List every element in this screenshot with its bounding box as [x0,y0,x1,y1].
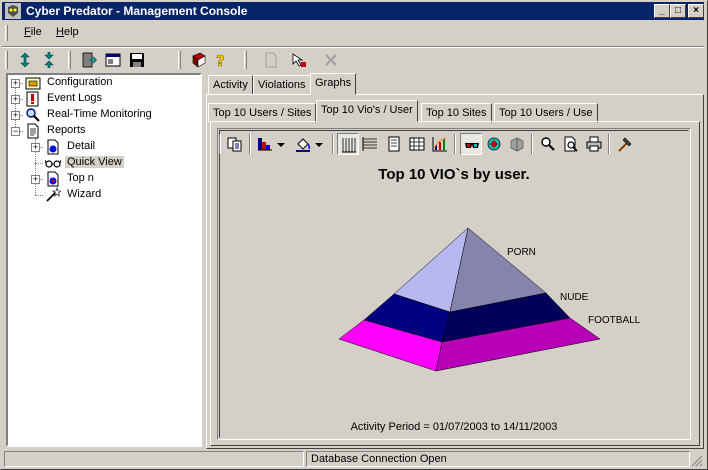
close-button[interactable]: × [688,4,704,18]
menu-file[interactable]: File [24,26,42,38]
event-log-icon [26,91,39,107]
tree-item-event-logs[interactable]: + Event Logs [8,91,198,107]
navigation-tree: + Configuration + Event Logs + Real-Time… [6,73,202,447]
window-title: Cyber Predator - Management Console [26,4,248,18]
configuration-icon [25,77,41,90]
collapse-all-button[interactable] [38,50,60,70]
connect-button[interactable] [288,50,310,70]
detail-report-icon [47,139,59,155]
exit-door-icon [82,52,97,68]
magnifier-icon [26,108,40,122]
book-icon [192,52,206,68]
question-mark-icon: ? [216,52,225,68]
delete-button[interactable] [320,50,342,70]
menu-help[interactable]: Help [56,26,79,38]
tree-item-top-n[interactable]: + Top n [8,171,198,187]
delete-x-icon [325,54,337,66]
status-text: Database Connection Open [306,451,690,467]
expand-toggle[interactable]: + [11,79,20,88]
tab-top10-users-sites[interactable]: Top 10 Users / Sites [208,103,317,123]
new-document-button[interactable] [260,50,282,70]
tab-activity[interactable]: Activity [208,75,253,95]
menu-bar: File Help [2,22,704,44]
segment-label-porn: PORN [507,247,536,258]
minimize-button[interactable]: _ [654,4,670,18]
activity-period-text: Activity Period = 01/07/2003 to 14/11/20… [350,421,558,433]
floppy-disk-icon [130,53,144,67]
resize-grip-icon[interactable] [691,455,703,467]
tree-item-quick-view[interactable]: Quick View [8,155,198,171]
view-panel-button[interactable] [102,50,124,70]
tree-item-configuration[interactable]: + Configuration [8,75,198,91]
expand-toggle[interactable]: + [11,95,20,104]
pyramid-chart [338,227,601,372]
tree-item-detail[interactable]: + Detail [8,139,198,155]
exit-button[interactable] [78,50,100,70]
maximize-button[interactable]: □ [670,4,686,18]
tab-top10-sites[interactable]: Top 10 Sites [421,103,492,123]
help-book-button[interactable] [188,50,210,70]
svg-text:?: ? [216,52,225,68]
cursor-connect-icon [292,53,306,67]
menu-grip [5,25,8,41]
expand-toggle[interactable]: + [11,111,20,120]
title-bar: Cyber Predator - Management Console _ □ … [2,2,704,20]
expand-arrows-icon [20,52,30,68]
tree-item-wizard[interactable]: Wizard [8,187,198,203]
collapse-arrows-icon [44,52,54,68]
expand-all-button[interactable] [14,50,36,70]
collapse-toggle[interactable]: − [11,127,20,136]
wizard-wand-icon [46,187,61,202]
main-toolbar: ? [2,46,704,72]
tab-top10-vios-user[interactable]: Top 10 Vio's / User [316,100,418,122]
glasses-icon [45,159,61,168]
tree-item-reports[interactable]: − Reports [8,123,198,139]
status-bar: Database Connection Open [2,450,704,468]
panel-icon [105,53,121,67]
tab-violations[interactable]: Violations [253,75,311,95]
tree-item-real-time-monitoring[interactable]: + Real-Time Monitoring [8,107,198,123]
save-button[interactable] [126,50,148,70]
segment-label-nude: NUDE [560,292,589,303]
app-icon [5,3,21,19]
expand-toggle[interactable]: + [31,143,40,152]
tab-top10-users-use[interactable]: Top 10 Users / Use [494,103,598,123]
tab-graphs[interactable]: Graphs [310,73,357,95]
expand-toggle[interactable]: + [31,175,40,184]
blank-page-icon [265,52,277,68]
whats-this-button[interactable]: ? [210,50,232,70]
status-panel-left [4,451,304,467]
segment-label-football: FOOTBALL [588,315,641,326]
top-n-report-icon [47,171,59,187]
reports-icon [27,123,39,139]
